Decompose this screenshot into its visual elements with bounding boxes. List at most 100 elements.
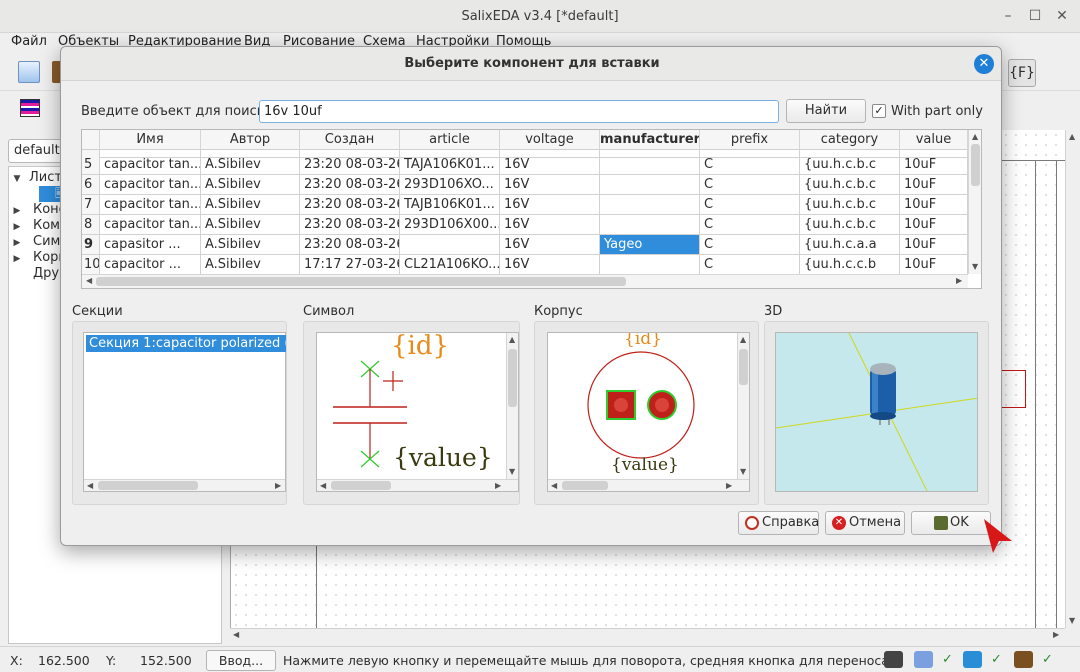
table-row[interactable]: 10 capacitor ... A.Sibilev 17:17 27-03-26 CL… (82, 255, 968, 275)
table-cell[interactable]: 16V (500, 155, 600, 175)
table-cell[interactable]: C (700, 195, 800, 215)
table-cell[interactable]: {uu.h.c.a.a (800, 235, 900, 255)
table-vertical-scrollbar[interactable]: ▲ ▼ (968, 130, 981, 274)
table-cell[interactable]: 10uF (900, 155, 968, 175)
table-cell[interactable]: 10uF (900, 175, 968, 195)
table-cell[interactable]: C (700, 255, 800, 275)
canvas-vertical-scrollbar[interactable]: ▲ ▼ (1065, 130, 1080, 628)
table-cell[interactable]: A.Sibilev (201, 235, 300, 255)
table-cell[interactable]: 10uF (900, 235, 968, 255)
cancel-button[interactable]: ✕ Отмена (825, 511, 905, 535)
chevron-down-icon[interactable]: ▼ (11, 171, 23, 187)
table-cell[interactable]: {uu.h.c.b.c (800, 175, 900, 195)
table-cell[interactable]: TAJA106K01... (400, 155, 500, 175)
table-cell[interactable] (600, 195, 700, 215)
table-cell[interactable]: {uu.h.c.b.c (800, 155, 900, 175)
table-cell[interactable]: {uu.h.c.b.c (800, 195, 900, 215)
table-cell[interactable]: C (700, 215, 800, 235)
table-cell[interactable]: 293D106XO... (400, 175, 500, 195)
table-cell[interactable]: capasitor ... (100, 235, 201, 255)
library-icon[interactable] (1014, 651, 1033, 668)
column-header-sorted[interactable]: manufacturer (600, 130, 700, 150)
column-header[interactable]: Автор (201, 130, 300, 150)
table-cell[interactable]: capacitor tan... (100, 155, 201, 175)
column-header[interactable]: Имя (100, 130, 201, 150)
table-cell[interactable]: 16V (500, 235, 600, 255)
column-header[interactable]: value (900, 130, 968, 150)
view3d-viewport[interactable] (775, 332, 978, 492)
chevron-right-icon[interactable]: ▶ (11, 203, 23, 219)
table-cell[interactable]: A.Sibilev (201, 175, 300, 195)
table-cell[interactable]: 23:20 08-03-26 (300, 175, 400, 195)
table-cell[interactable]: 16V (500, 255, 600, 275)
table-cell[interactable]: 16V (500, 195, 600, 215)
scroll-thumb[interactable] (96, 277, 626, 286)
close-window-icon[interactable]: ✕ (1052, 6, 1072, 26)
symbol-hscrollbar[interactable]: ◀ ▶ (317, 479, 518, 491)
table-row[interactable]: 8 capacitor tan... A.Sibilev 23:20 08-03-26… (82, 215, 968, 235)
table-horizontal-scrollbar[interactable]: ◀ ▶ (82, 274, 968, 288)
table-cell[interactable]: TAJB106K01... (400, 195, 500, 215)
table-row[interactable]: 5 capacitor tan... A.Sibilev 23:20 08-03-26… (82, 155, 968, 175)
column-header[interactable]: article (400, 130, 500, 150)
table-cell[interactable]: 10uF (900, 215, 968, 235)
chevron-right-icon[interactable]: ▶ (11, 235, 23, 251)
table-cell[interactable]: A.Sibilev (201, 195, 300, 215)
table-cell[interactable]: {uu.h.c.b.c (800, 215, 900, 235)
table-cell[interactable]: C (700, 235, 800, 255)
search-input[interactable] (259, 100, 779, 123)
table-cell[interactable]: 10uF (900, 255, 968, 275)
table-cell[interactable] (600, 175, 700, 195)
table-cell[interactable]: capacitor ... (100, 255, 201, 275)
tree-item[interactable]: ▶ Корп (11, 250, 67, 266)
table-cell[interactable]: capacitor tan... (100, 195, 201, 215)
menu-file[interactable]: Файл (11, 34, 47, 49)
layers-icon[interactable] (20, 99, 40, 117)
table-row[interactable]: 7 capacitor tan... A.Sibilev 23:20 08-03-26… (82, 195, 968, 215)
sections-hscrollbar[interactable]: ◀ ▶ (84, 479, 285, 491)
table-cell[interactable]: A.Sibilev (201, 255, 300, 275)
chevron-right-icon[interactable]: ▶ (11, 219, 23, 235)
table-cell[interactable]: Yageo (600, 235, 700, 255)
table-cell[interactable]: 17:17 27-03-26 (300, 255, 400, 275)
table-cell[interactable] (600, 255, 700, 275)
tree-item[interactable]: Друг (11, 266, 66, 282)
table-cell[interactable]: {uu.h.c.c.b (800, 255, 900, 275)
table-cell[interactable] (400, 235, 500, 255)
camera-icon[interactable] (884, 651, 903, 668)
tree-item[interactable]: ▶ Коне (11, 202, 67, 218)
schematic-part[interactable] (1001, 370, 1026, 408)
maximize-icon[interactable]: ☐ (1025, 6, 1045, 26)
table-row[interactable]: 9 capasitor ... A.Sibilev 23:20 08-03-26 16V… (82, 235, 968, 255)
table-cell[interactable]: capacitor tan... (100, 175, 201, 195)
section-item[interactable]: Секция 1:capacitor polarized ( (86, 335, 286, 352)
help-button[interactable]: Справка (738, 511, 819, 535)
table-row[interactable]: 6 capacitor tan... A.Sibilev 23:20 08-03-26… (82, 175, 968, 195)
table-cell[interactable]: A.Sibilev (201, 155, 300, 175)
cloud-icon[interactable] (963, 651, 982, 668)
function-icon[interactable]: {F} (1008, 59, 1036, 87)
chevron-right-icon[interactable]: ▶ (11, 251, 23, 267)
package-vscrollbar[interactable]: ▲ ▼ (737, 333, 749, 479)
column-header[interactable]: prefix (700, 130, 800, 150)
package-hscrollbar[interactable]: ◀ ▶ (548, 479, 749, 491)
minimize-icon[interactable]: – (998, 6, 1018, 26)
new-file-icon[interactable] (18, 61, 40, 83)
column-header[interactable]: category (800, 130, 900, 150)
table-cell[interactable]: C (700, 175, 800, 195)
table-cell[interactable]: A.Sibilev (201, 215, 300, 235)
table-cell[interactable]: CL21A106KO... (400, 255, 500, 275)
ok-button[interactable]: OK (911, 511, 991, 535)
table-cell[interactable]: 16V (500, 175, 600, 195)
table-cell[interactable]: 23:20 08-03-26 (300, 235, 400, 255)
close-icon[interactable]: ✕ (974, 54, 994, 74)
table-cell[interactable]: C (700, 155, 800, 175)
tree-item[interactable]: ▼ Лист (11, 170, 62, 186)
part-only-checkbox[interactable]: ✓ (872, 104, 886, 118)
symbol-vscrollbar[interactable]: ▲ ▼ (506, 333, 518, 479)
network-icon[interactable] (914, 651, 933, 668)
input-button[interactable]: Ввод... (206, 650, 276, 671)
table-cell[interactable]: 293D106X00... (400, 215, 500, 235)
table-cell[interactable]: 23:20 08-03-26 (300, 195, 400, 215)
table-cell[interactable]: 16V (500, 215, 600, 235)
